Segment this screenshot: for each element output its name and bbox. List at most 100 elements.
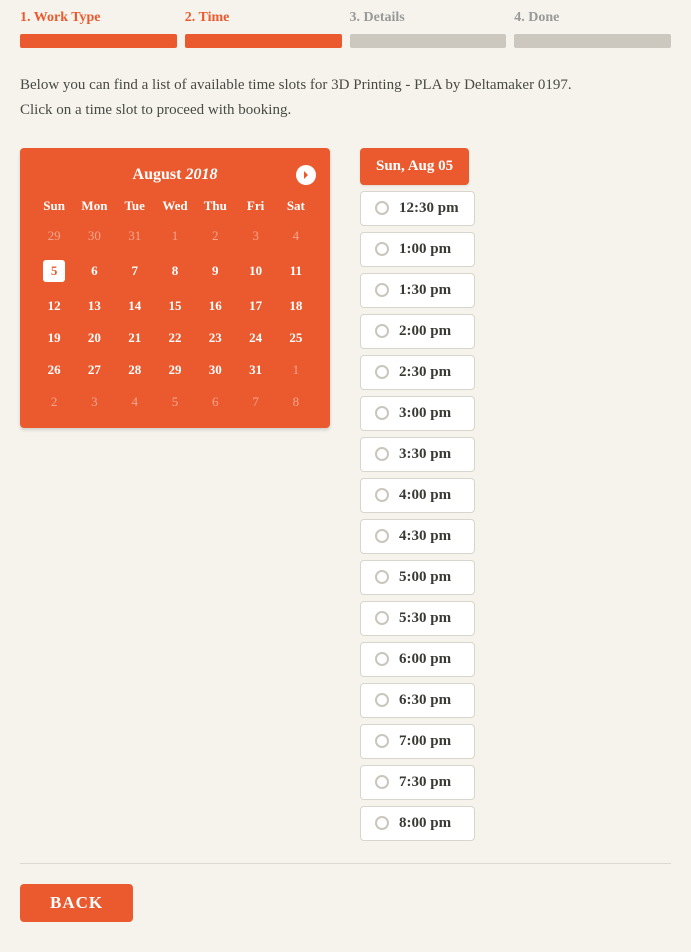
calendar-day[interactable]: 6 bbox=[74, 256, 114, 286]
calendar-day[interactable]: 30 bbox=[195, 358, 235, 382]
arrow-right-icon bbox=[301, 170, 311, 180]
calendar-day[interactable]: 4 bbox=[276, 224, 316, 248]
calendar-day[interactable]: 3 bbox=[74, 390, 114, 414]
calendar-day[interactable]: 29 bbox=[155, 358, 195, 382]
radio-icon bbox=[375, 611, 389, 625]
calendar-day[interactable]: 24 bbox=[235, 326, 275, 350]
calendar-day[interactable]: 23 bbox=[195, 326, 235, 350]
time-slot[interactable]: 2:30 pm bbox=[360, 355, 475, 390]
calendar-day[interactable]: 22 bbox=[155, 326, 195, 350]
time-slot[interactable]: 4:30 pm bbox=[360, 519, 475, 554]
time-slot[interactable]: 2:00 pm bbox=[360, 314, 475, 349]
calendar-day[interactable]: 2 bbox=[195, 224, 235, 248]
intro-line-1: Below you can find a list of available t… bbox=[20, 77, 572, 93]
radio-icon bbox=[375, 324, 389, 338]
calendar-day[interactable]: 9 bbox=[195, 256, 235, 286]
time-slot-label: 8:00 pm bbox=[399, 815, 451, 832]
intro-line-2: Click on a time slot to proceed with boo… bbox=[20, 102, 291, 118]
calendar-day[interactable]: 7 bbox=[115, 256, 155, 286]
time-slot-label: 6:00 pm bbox=[399, 651, 451, 668]
calendar-day[interactable]: 5 bbox=[155, 390, 195, 414]
calendar-day[interactable]: 1 bbox=[155, 224, 195, 248]
time-slots: Sun, Aug 05 12:30 pm 1:00 pm 1:30 pm 2:00 p… bbox=[360, 148, 475, 841]
calendar-day[interactable]: 28 bbox=[115, 358, 155, 382]
intro-text: Below you can find a list of available t… bbox=[20, 73, 671, 123]
calendar-dow: Thu bbox=[195, 196, 235, 216]
step-bar bbox=[20, 34, 177, 48]
calendar-dow: Sat bbox=[276, 196, 316, 216]
radio-icon bbox=[375, 529, 389, 543]
radio-icon bbox=[375, 447, 389, 461]
time-slot-label: 6:30 pm bbox=[399, 692, 451, 709]
time-slot[interactable]: 7:00 pm bbox=[360, 724, 475, 759]
calendar-dow: Mon bbox=[74, 196, 114, 216]
calendar-header: August 2018 bbox=[34, 166, 316, 184]
calendar-day[interactable]: 31 bbox=[235, 358, 275, 382]
radio-icon bbox=[375, 652, 389, 666]
calendar-day[interactable]: 7 bbox=[235, 390, 275, 414]
step-label: 4. Done bbox=[514, 10, 671, 26]
radio-icon bbox=[375, 242, 389, 256]
calendar-day[interactable]: 12 bbox=[34, 294, 74, 318]
calendar-dow: Wed bbox=[155, 196, 195, 216]
time-slot-label: 3:30 pm bbox=[399, 446, 451, 463]
calendar-day[interactable]: 5 bbox=[34, 256, 74, 286]
time-slot-label: 7:30 pm bbox=[399, 774, 451, 791]
step-bar bbox=[185, 34, 342, 48]
calendar-year: 2018 bbox=[185, 166, 217, 183]
time-slot-label: 7:00 pm bbox=[399, 733, 451, 750]
calendar-day[interactable]: 4 bbox=[115, 390, 155, 414]
calendar-day[interactable]: 21 bbox=[115, 326, 155, 350]
calendar-day[interactable]: 6 bbox=[195, 390, 235, 414]
radio-icon bbox=[375, 488, 389, 502]
calendar-day[interactable]: 16 bbox=[195, 294, 235, 318]
calendar-day[interactable]: 11 bbox=[276, 256, 316, 286]
calendar-day[interactable]: 26 bbox=[34, 358, 74, 382]
time-slot-label: 4:30 pm bbox=[399, 528, 451, 545]
calendar-day[interactable]: 19 bbox=[34, 326, 74, 350]
calendar-day[interactable]: 17 bbox=[235, 294, 275, 318]
calendar-day[interactable]: 18 bbox=[276, 294, 316, 318]
calendar-day[interactable]: 8 bbox=[276, 390, 316, 414]
calendar-next-button[interactable] bbox=[296, 165, 316, 185]
calendar-day[interactable]: 13 bbox=[74, 294, 114, 318]
time-slot[interactable]: 6:30 pm bbox=[360, 683, 475, 718]
time-slot[interactable]: 6:00 pm bbox=[360, 642, 475, 677]
calendar-day[interactable]: 3 bbox=[235, 224, 275, 248]
time-slot[interactable]: 8:00 pm bbox=[360, 806, 475, 841]
time-slot[interactable]: 1:00 pm bbox=[360, 232, 475, 267]
calendar-day[interactable]: 31 bbox=[115, 224, 155, 248]
step-bar bbox=[350, 34, 507, 48]
step-3: 3. Details bbox=[350, 10, 507, 48]
calendar-day[interactable]: 1 bbox=[276, 358, 316, 382]
calendar-day[interactable]: 30 bbox=[74, 224, 114, 248]
calendar-day[interactable]: 20 bbox=[74, 326, 114, 350]
time-slot[interactable]: 3:30 pm bbox=[360, 437, 475, 472]
calendar-day[interactable]: 25 bbox=[276, 326, 316, 350]
time-slot-label: 4:00 pm bbox=[399, 487, 451, 504]
calendar-day[interactable]: 15 bbox=[155, 294, 195, 318]
calendar-dow: Fri bbox=[235, 196, 275, 216]
calendar-grid: SunMonTueWedThuFriSat2930311234567891011… bbox=[34, 196, 316, 414]
time-slot[interactable]: 4:00 pm bbox=[360, 478, 475, 513]
time-slot[interactable]: 3:00 pm bbox=[360, 396, 475, 431]
time-slot-label: 2:30 pm bbox=[399, 364, 451, 381]
calendar-day[interactable]: 27 bbox=[74, 358, 114, 382]
calendar-day[interactable]: 2 bbox=[34, 390, 74, 414]
time-slot[interactable]: 7:30 pm bbox=[360, 765, 475, 800]
time-slot[interactable]: 12:30 pm bbox=[360, 191, 475, 226]
calendar-day[interactable]: 29 bbox=[34, 224, 74, 248]
radio-icon bbox=[375, 570, 389, 584]
step-1: 1. Work Type bbox=[20, 10, 177, 48]
slots-date-header: Sun, Aug 05 bbox=[360, 148, 469, 185]
calendar-day[interactable]: 8 bbox=[155, 256, 195, 286]
time-slot[interactable]: 5:00 pm bbox=[360, 560, 475, 595]
calendar-day[interactable]: 14 bbox=[115, 294, 155, 318]
step-4: 4. Done bbox=[514, 10, 671, 48]
time-slot[interactable]: 5:30 pm bbox=[360, 601, 475, 636]
calendar-day[interactable]: 10 bbox=[235, 256, 275, 286]
time-slot[interactable]: 1:30 pm bbox=[360, 273, 475, 308]
back-button[interactable]: BACK bbox=[20, 884, 133, 922]
calendar: August 2018 SunMonTueWedThuFriSat2930311… bbox=[20, 148, 330, 428]
time-slot-label: 12:30 pm bbox=[399, 200, 459, 217]
